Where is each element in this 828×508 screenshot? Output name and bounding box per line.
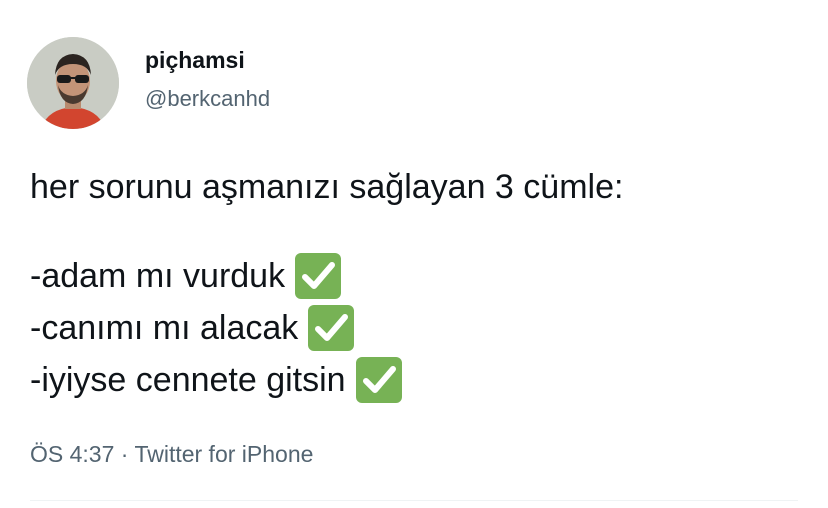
tweet-source[interactable]: Twitter for iPhone: [134, 441, 313, 467]
avatar-image: [27, 37, 119, 129]
tweet-list-item-text: -iyiyse cennete gitsin: [30, 361, 346, 399]
check-mark-button-icon: [295, 253, 342, 299]
author-handle[interactable]: @berkcanhd: [145, 86, 270, 112]
tweet-list-item: -adam mı vurduk: [30, 253, 342, 299]
tweet-list-item: -iyiyse cennete gitsin: [30, 357, 402, 403]
tweet-list-item-text: -adam mı vurduk: [30, 257, 286, 295]
tweet-meta: ÖS 4:37 · Twitter for iPhone: [30, 441, 313, 468]
tweet-timestamp[interactable]: ÖS 4:37: [30, 441, 114, 467]
divider: [30, 500, 798, 501]
meta-separator: ·: [120, 441, 129, 467]
avatar[interactable]: [27, 37, 119, 129]
tweet-list-item: -canımı mı alacak: [30, 305, 355, 351]
tweet: piçhamsi @berkcanhd her sorunu aşmanızı …: [0, 0, 828, 508]
tweet-text-intro: her sorunu aşmanızı sağlayan 3 cümle:: [30, 168, 624, 206]
check-mark-button-icon: [355, 357, 402, 403]
check-mark-button-icon: [308, 305, 355, 351]
tweet-list-item-text: -canımı mı alacak: [30, 309, 299, 347]
author-display-name[interactable]: piçhamsi: [145, 47, 245, 74]
